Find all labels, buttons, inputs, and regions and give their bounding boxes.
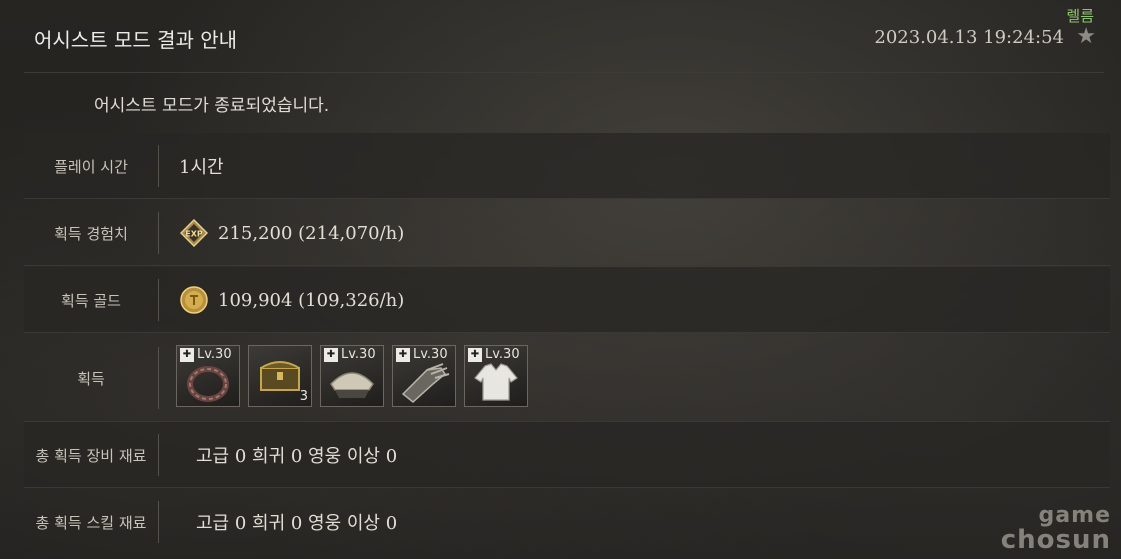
- gauntlet-icon: [401, 363, 450, 403]
- row-gold: 획득 골드 109,904 (109,326/h): [24, 267, 1110, 333]
- skill-materials-value: 고급 0 희귀 0 영웅 이상 0: [196, 513, 398, 534]
- gold-value-container: 109,904 (109,326/h): [180, 267, 404, 333]
- gold-coin-icon: [180, 286, 208, 314]
- playtime-value: 1시간: [179, 157, 224, 178]
- row-skill-materials: 총 획득 스킬 재료 고급 0 희귀 0 영웅 이상 0: [24, 489, 1110, 555]
- row-equip-materials: 총 획득 장비 재료 고급 0 희귀 0 영웅 이상 0: [24, 422, 1110, 488]
- watermark-line2: chosun: [1000, 525, 1111, 555]
- divider: [158, 434, 159, 476]
- loot-label: 획득: [77, 370, 105, 388]
- row-separator: [24, 265, 1110, 266]
- page-title: 어시스트 모드 결과 안내: [34, 28, 238, 52]
- item-count: 3: [299, 389, 308, 404]
- item-slot-shirt[interactable]: ✚ Lv.30: [464, 345, 528, 407]
- divider: [158, 279, 159, 321]
- equip-materials-label: 총 획득 장비 재료: [35, 446, 147, 465]
- skill-materials-label: 총 획득 스킬 재료: [35, 513, 147, 532]
- item-slot-helmet[interactable]: ✚ Lv.30: [320, 345, 384, 407]
- exp-icon: EXP: [180, 219, 208, 247]
- svg-text:EXP: EXP: [185, 230, 203, 239]
- item-slot-chest[interactable]: 3: [248, 345, 312, 407]
- row-exp: 획득 경험치 EXP 215,200 (214,070/h): [24, 200, 1110, 266]
- row-playtime: 플레이 시간 1시간: [24, 133, 1110, 199]
- row-loot: 획득 ✚ Lv.30 3 ✚ Lv.30 ✚ Lv.30 ✚ Lv.30: [24, 335, 1110, 422]
- realm-label: 렐름: [1066, 7, 1094, 25]
- assist-result-panel: 어시스트 모드 결과 안내 렐름 2023.04.13 19:24:54 ★ 어…: [0, 0, 1121, 559]
- exp-label: 획득 경험치: [54, 224, 128, 243]
- shirt-icon: [474, 363, 518, 401]
- loot-items: ✚ Lv.30 3 ✚ Lv.30 ✚ Lv.30 ✚ Lv.30: [176, 345, 528, 407]
- result-message: 어시스트 모드가 종료되었습니다.: [94, 96, 330, 116]
- divider: [158, 212, 159, 254]
- header: 어시스트 모드 결과 안내 렐름 2023.04.13 19:24:54 ★: [24, 0, 1104, 73]
- row-separator: [24, 198, 1110, 199]
- exp-value: 215,200 (214,070/h): [218, 222, 405, 244]
- helmet-icon: [330, 372, 374, 398]
- divider: [158, 347, 159, 409]
- watermark: game chosun: [1000, 503, 1111, 555]
- divider: [158, 145, 159, 187]
- row-separator: [24, 332, 1110, 333]
- row-separator: [24, 487, 1110, 488]
- star-icon[interactable]: ★: [1076, 24, 1096, 49]
- item-slot-gauntlet[interactable]: ✚ Lv.30: [392, 345, 456, 407]
- playtime-label: 플레이 시간: [54, 157, 128, 176]
- bracelet-icon: [187, 366, 229, 402]
- divider: [158, 501, 159, 543]
- item-slot-bracelet[interactable]: ✚ Lv.30: [176, 345, 240, 407]
- exp-value-container: EXP 215,200 (214,070/h): [180, 200, 404, 266]
- timestamp: 2023.04.13 19:24:54: [874, 27, 1064, 48]
- equip-materials-value: 고급 0 희귀 0 영웅 이상 0: [196, 446, 398, 467]
- gold-value: 109,904 (109,326/h): [218, 289, 405, 311]
- gold-label: 획득 골드: [61, 291, 121, 310]
- watermark-line1: game: [1038, 503, 1111, 528]
